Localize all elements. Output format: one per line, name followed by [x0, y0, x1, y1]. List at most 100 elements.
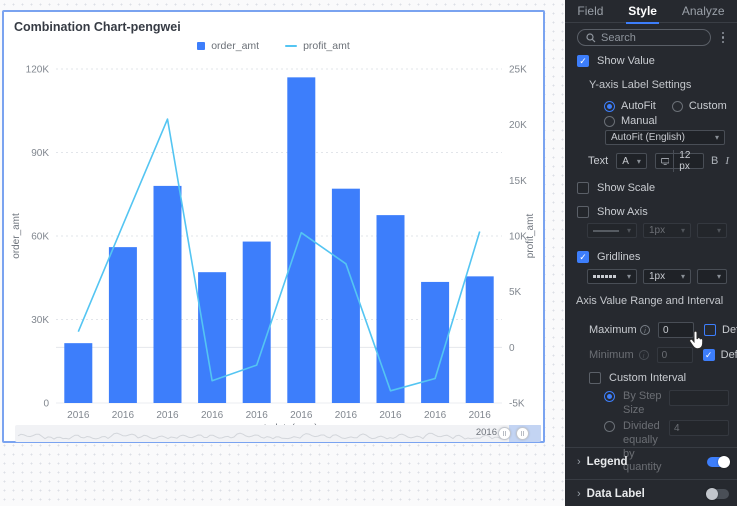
chart-card[interactable]: Combination Chart-pengwei order_amtprofi…: [2, 10, 545, 443]
chart-legend[interactable]: order_amt profit_amt: [4, 40, 543, 52]
custom-interval-checkbox[interactable]: [589, 372, 601, 384]
autofit-radio[interactable]: [604, 100, 615, 112]
grid-color-dropdown[interactable]: ▾: [697, 269, 727, 284]
legend-label: order_amt: [211, 40, 260, 52]
divided-equally-radio[interactable]: [604, 421, 615, 432]
info-icon: i: [640, 325, 650, 335]
svg-text:2016: 2016: [335, 410, 358, 421]
chevron-down-icon: ▾: [714, 133, 719, 142]
autofit-label: AutoFit: [621, 100, 656, 112]
svg-text:profit_amt: profit_amt: [525, 214, 536, 259]
solid-line-icon: [593, 229, 619, 232]
datazoom-handle-right[interactable]: [516, 427, 529, 440]
search-input[interactable]: Search: [577, 29, 711, 46]
minimum-default-label: Default: [720, 349, 737, 361]
by-step-radio[interactable]: [604, 391, 615, 402]
text-label: Text: [588, 155, 609, 167]
manual-label: Manual: [621, 115, 658, 127]
datazoom-strip[interactable]: 2016: [15, 425, 541, 442]
legend-toggle[interactable]: [707, 456, 730, 468]
chevron-down-icon: ▾: [626, 226, 631, 235]
maximum-default-checkbox[interactable]: [704, 324, 716, 336]
font-color-dropdown[interactable]: A ▾: [616, 153, 647, 169]
tab-field[interactable]: Field: [575, 1, 605, 21]
tab-style[interactable]: Style: [626, 1, 659, 24]
maximum-default-label: Default: [722, 324, 737, 336]
tab-analyze[interactable]: Analyze: [680, 1, 727, 21]
chevron-down-icon: ▾: [716, 272, 721, 281]
autofit-language-dropdown[interactable]: AutoFit (English) ▾: [605, 130, 725, 145]
grid-width-value: 1px: [649, 271, 666, 282]
info-icon: i: [638, 350, 649, 360]
kebab-menu-icon[interactable]: [717, 31, 729, 44]
grid-width-dropdown[interactable]: 1px ▾: [643, 269, 691, 284]
svg-text:15K: 15K: [509, 176, 527, 187]
divided-quantity-input: [669, 420, 729, 436]
legend-section-label[interactable]: Legend: [587, 456, 628, 468]
svg-text:-5K: -5K: [509, 399, 525, 410]
grid-linestyle-dropdown[interactable]: ▾: [587, 269, 637, 284]
chevron-right-icon[interactable]: ›: [577, 488, 581, 500]
dashboard-canvas: Combination Chart-pengwei order_amtprofi…: [0, 0, 565, 506]
dotted-line-icon: [593, 275, 616, 278]
manual-radio[interactable]: [604, 115, 615, 127]
axis-linestyle-dropdown: ▾: [587, 223, 637, 238]
chevron-down-icon: ▾: [680, 226, 685, 235]
legend-item-profit_amt[interactable]: profit_amt: [285, 40, 350, 52]
data-label-section-label[interactable]: Data Label: [587, 488, 645, 500]
style-panel: Field Style Analyze Search ✓ Show Value …: [565, 0, 737, 506]
svg-text:0: 0: [43, 399, 49, 410]
search-placeholder: Search: [601, 31, 636, 44]
svg-text:25K: 25K: [509, 65, 527, 76]
svg-text:5K: 5K: [509, 287, 522, 298]
chevron-down-icon: ▾: [626, 272, 631, 281]
autofit-language-value: AutoFit (English): [611, 132, 685, 143]
axis-width-value: 1px: [649, 225, 666, 236]
chevron-down-icon: ▾: [716, 226, 721, 235]
svg-text:120K: 120K: [26, 65, 50, 76]
panel-tabs: Field Style Analyze: [565, 0, 737, 24]
combination-chart[interactable]: 0 30K 60K 90K 120K -5K 0 5K 10K 15K 20K 25K 2016 2016…: [9, 52, 541, 436]
svg-text:2016: 2016: [67, 410, 90, 421]
svg-text:60K: 60K: [31, 232, 49, 243]
svg-text:2016: 2016: [112, 410, 135, 421]
chart-title: Combination Chart-pengwei: [14, 20, 181, 34]
svg-text:2016: 2016: [379, 410, 402, 421]
svg-text:2016: 2016: [246, 410, 269, 421]
custom-radio[interactable]: [671, 100, 683, 112]
minimum-label: Minimum: [589, 349, 634, 361]
custom-label: Custom: [688, 100, 727, 112]
axis-color-dropdown: ▾: [697, 223, 727, 238]
font-size-control[interactable]: 12 px: [654, 150, 704, 172]
range-section-title: Axis Value Range and Interval: [576, 295, 724, 307]
italic-button[interactable]: I: [725, 155, 729, 167]
svg-text:30K: 30K: [31, 315, 49, 326]
chart-svg: 030K60K90K120K-5K05K10K15K20K25K2016 2016…: [11, 65, 536, 435]
show-axis-checkbox[interactable]: [577, 206, 589, 218]
svg-text:order_amt: order_amt: [11, 213, 22, 259]
svg-text:90K: 90K: [31, 148, 49, 159]
gridlines-checkbox[interactable]: ✓: [577, 251, 589, 263]
show-value-checkbox[interactable]: ✓: [577, 55, 589, 67]
show-value-label: Show Value: [597, 55, 655, 67]
datazoom-handle-left[interactable]: [498, 427, 511, 440]
show-axis-label: Show Axis: [597, 206, 648, 218]
svg-text:2016: 2016: [424, 410, 447, 421]
step-size-input: [669, 390, 729, 406]
svg-text:20K: 20K: [509, 120, 527, 131]
svg-text:2016: 2016: [469, 410, 492, 421]
chevron-down-icon: ▾: [636, 156, 641, 166]
custom-interval-label: Custom Interval: [609, 372, 687, 384]
show-scale-label: Show Scale: [597, 182, 656, 194]
minimum-default-checkbox[interactable]: ✓: [702, 349, 715, 361]
chevron-right-icon[interactable]: ›: [577, 456, 581, 468]
show-scale-checkbox[interactable]: [577, 182, 589, 194]
bold-button[interactable]: B: [711, 155, 718, 167]
legend-line-icon: [285, 45, 298, 47]
mouse-cursor: [689, 331, 704, 350]
legend-item-order_amt[interactable]: order_amt: [197, 40, 259, 52]
data-label-toggle[interactable]: [706, 488, 729, 500]
gridlines-label: Gridlines: [597, 251, 641, 263]
search-icon: [586, 32, 596, 42]
display-icon: [660, 157, 670, 165]
